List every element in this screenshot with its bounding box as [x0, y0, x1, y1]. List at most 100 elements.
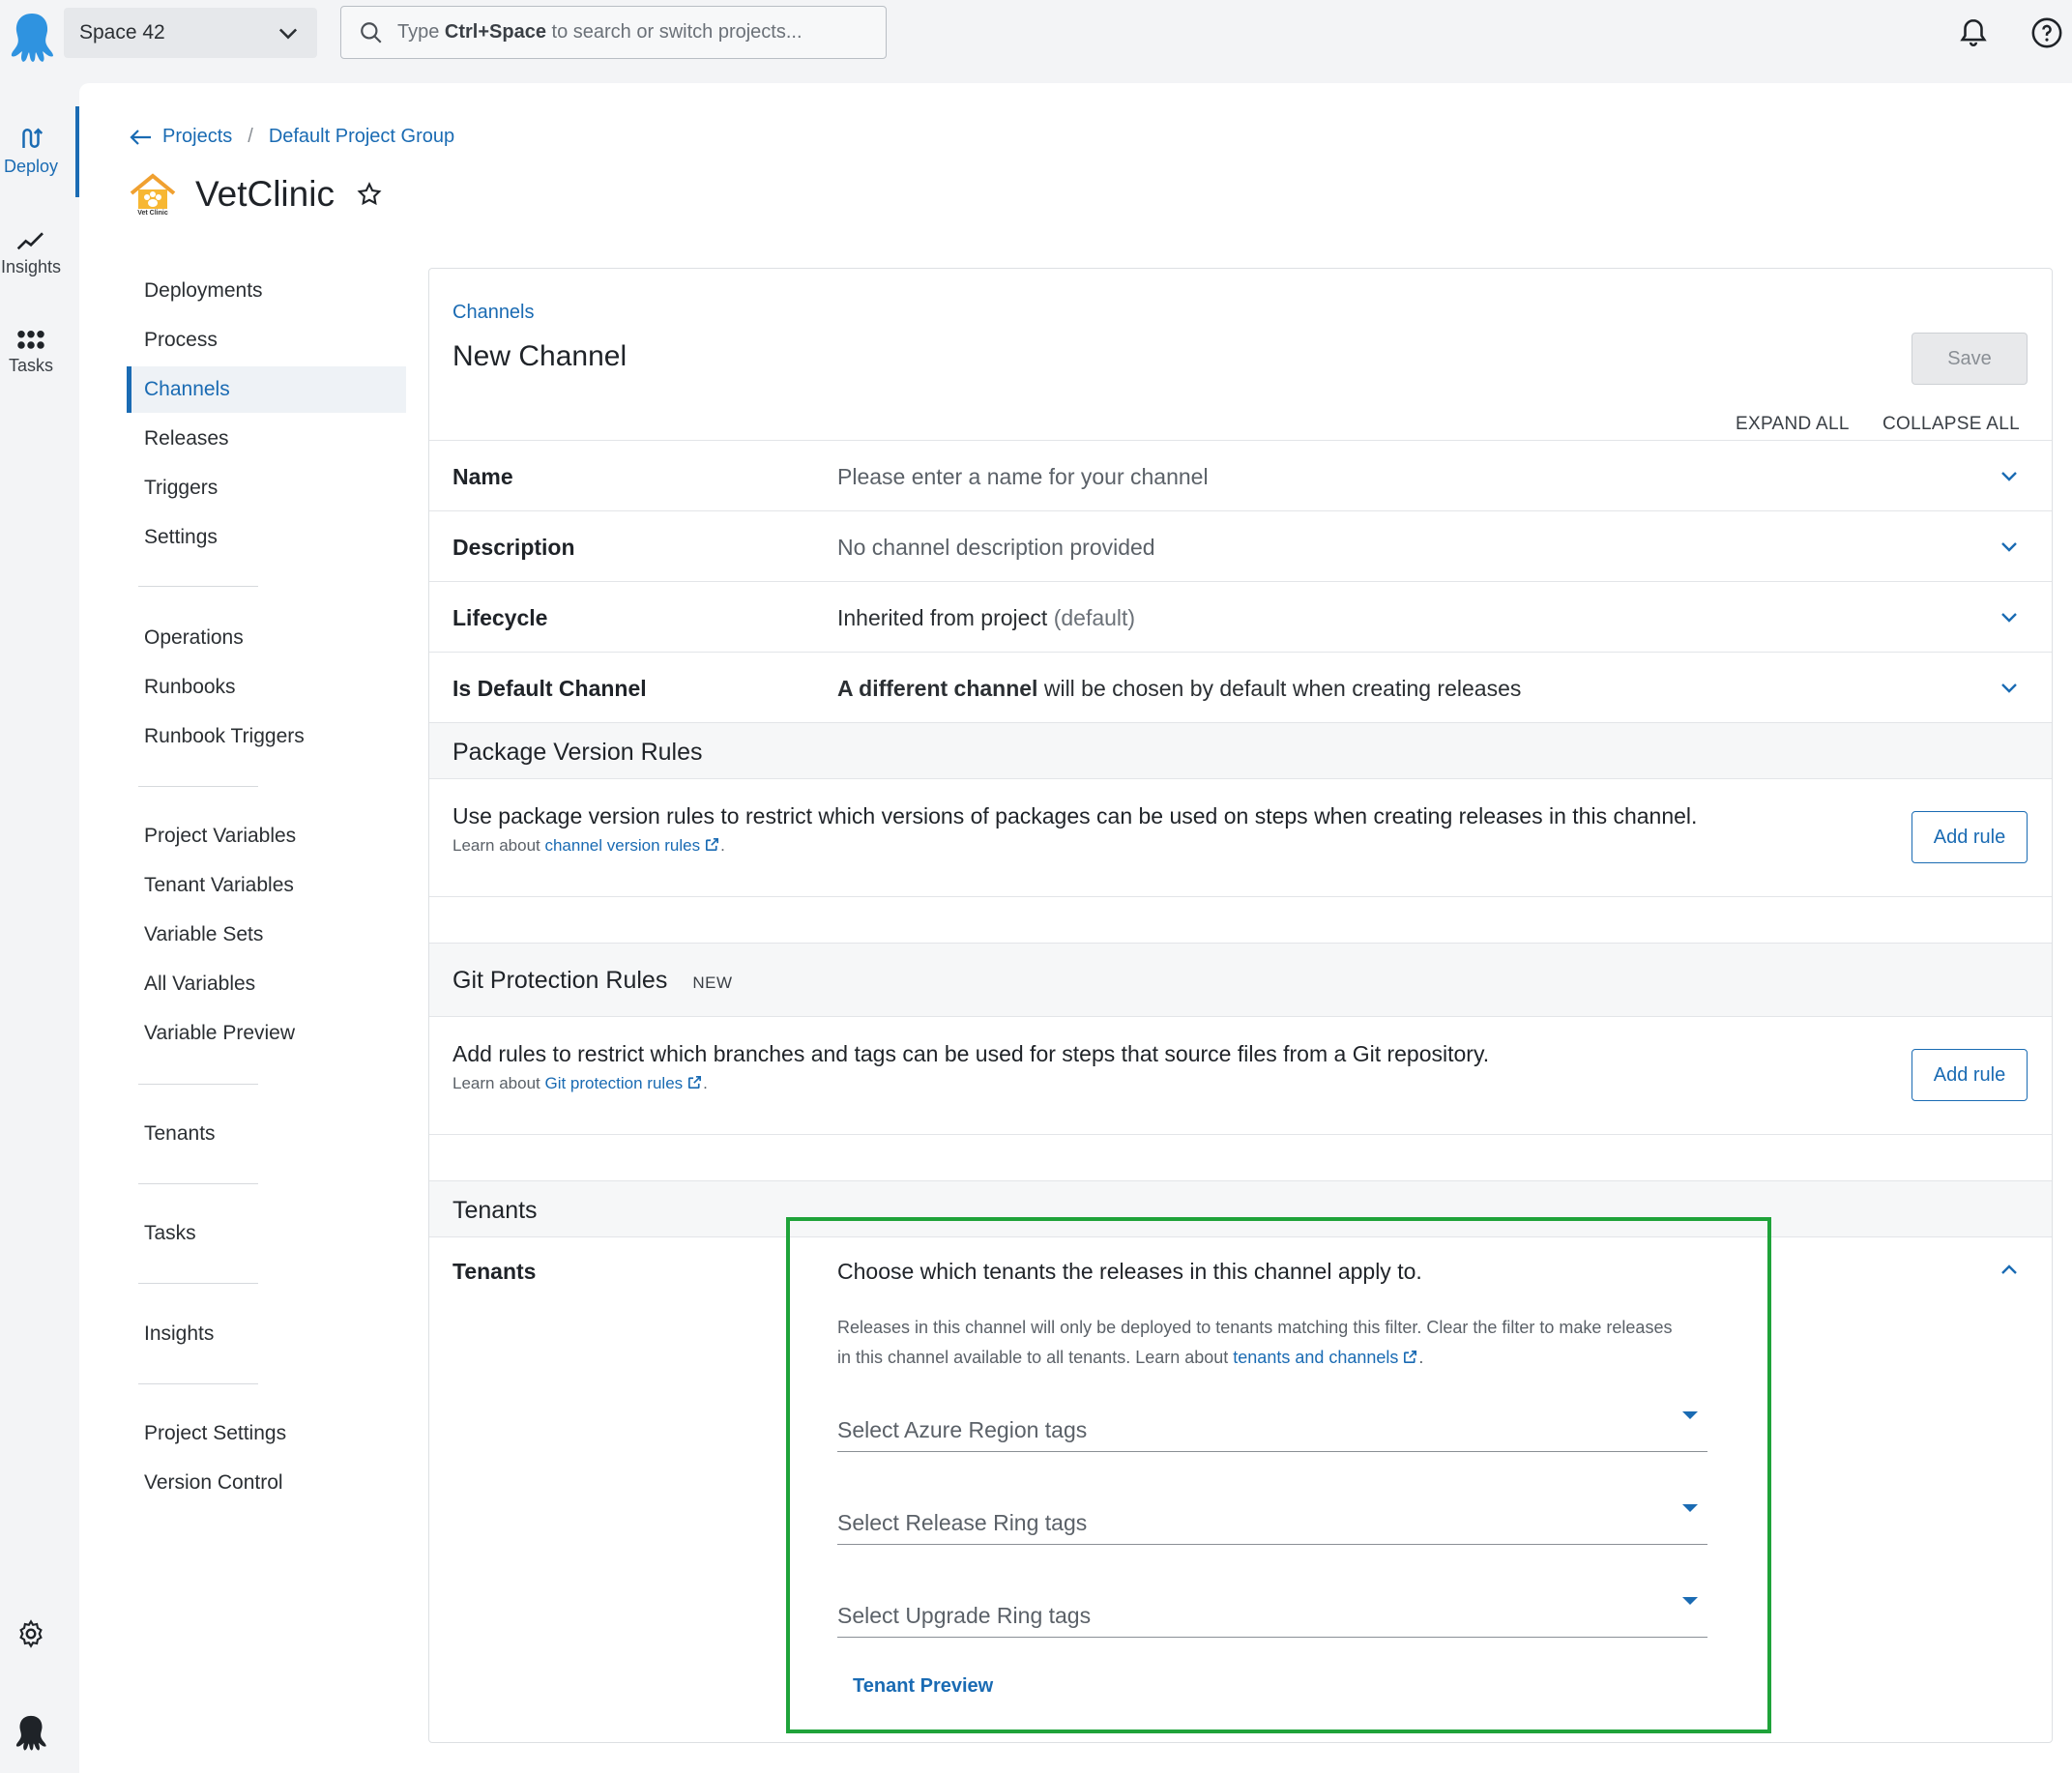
project-header: Vet Clinic VetClinic: [128, 172, 383, 217]
chevron-down-icon[interactable]: [1998, 464, 2021, 487]
space-selector[interactable]: Space 42: [64, 8, 317, 58]
nav-releases[interactable]: Releases: [144, 427, 229, 451]
package-rules-text: Use package version rules to restrict wh…: [452, 803, 1698, 828]
add-git-rule-button[interactable]: Add rule: [1911, 1049, 2028, 1101]
external-link-icon[interactable]: [704, 836, 720, 853]
name-value: Please enter a name for your channel: [837, 464, 1209, 489]
tenants-and-channels-link[interactable]: tenants and channels: [1233, 1348, 1398, 1367]
nav-runbooks[interactable]: Runbooks: [144, 676, 236, 699]
nav-deployments[interactable]: Deployments: [144, 279, 263, 303]
add-package-rule-button[interactable]: Add rule: [1911, 811, 2028, 863]
git-protection-rules-link[interactable]: Git protection rules: [544, 1074, 683, 1092]
package-rules-title: Package Version Rules: [452, 739, 703, 766]
nav-project-variables[interactable]: Project Variables: [144, 825, 296, 848]
package-rules-learn-suffix: .: [720, 836, 725, 855]
description-row[interactable]: Description No channel description provi…: [429, 510, 2052, 581]
user-avatar-icon[interactable]: [14, 1713, 48, 1752]
nav-runbook-triggers[interactable]: Runbook Triggers: [144, 725, 305, 748]
search-placeholder-suffix: to search or switch projects...: [545, 21, 803, 43]
default-channel-value: A different channel will be chosen by de…: [837, 676, 1521, 702]
lifecycle-value: Inherited from project (default): [837, 605, 1135, 631]
breadcrumb-project-group[interactable]: Default Project Group: [269, 126, 454, 148]
lifecycle-default-suffix: (default): [1053, 605, 1136, 630]
azure-region-tags-select[interactable]: Select Azure Region tags: [837, 1402, 1707, 1452]
search-input[interactable]: Type Ctrl+Space to search or switch proj…: [340, 6, 887, 59]
lifecycle-value-text: Inherited from project: [837, 605, 1048, 630]
nav-settings[interactable]: Settings: [144, 526, 218, 549]
bell-icon[interactable]: [1957, 16, 1990, 49]
nav-divider: [138, 1283, 258, 1284]
default-channel-value-bold: A different channel: [837, 676, 1038, 701]
default-channel-row[interactable]: Is Default Channel A different channel w…: [429, 652, 2052, 722]
breadcrumb: Projects / Default Project Group: [128, 126, 454, 148]
rail-insights-label: Insights: [0, 257, 62, 276]
search-shortcut: Ctrl+Space: [444, 21, 546, 43]
external-link-icon[interactable]: [1402, 1349, 1418, 1365]
nav-version-control[interactable]: Version Control: [144, 1471, 283, 1495]
nav-variable-sets[interactable]: Variable Sets: [144, 923, 263, 946]
package-rules-learn: Learn about channel version rules.: [452, 836, 725, 856]
git-rules-spacer: [429, 1134, 2052, 1180]
star-icon[interactable]: [356, 181, 383, 208]
nav-tenant-variables[interactable]: Tenant Variables: [144, 874, 294, 897]
chevron-down-icon[interactable]: [1998, 676, 2021, 699]
deploy-icon: [22, 128, 44, 148]
package-rules-spacer: [429, 896, 2052, 943]
channels-breadcrumb[interactable]: Channels: [452, 302, 535, 324]
gear-icon[interactable]: [15, 1618, 46, 1649]
tenants-help: Releases in this channel will only be de…: [837, 1313, 1688, 1373]
dropdown-arrow-icon: [1682, 1411, 1698, 1419]
nav-divider: [138, 1183, 258, 1184]
upgrade-ring-tags-select[interactable]: Select Upgrade Ring tags: [837, 1587, 1707, 1638]
nav-triggers[interactable]: Triggers: [144, 477, 218, 500]
package-rules-learn-prefix: Learn about: [452, 836, 545, 855]
nav-channels[interactable]: Channels: [144, 378, 230, 401]
chevron-down-icon: [278, 28, 298, 40]
azure-region-tags-placeholder: Select Azure Region tags: [837, 1417, 1088, 1442]
lifecycle-row[interactable]: Lifecycle Inherited from project (defaul…: [429, 581, 2052, 652]
nav-divider: [138, 1383, 258, 1384]
rail-deploy[interactable]: Deploy: [0, 124, 62, 177]
tenant-preview-button[interactable]: Tenant Preview: [853, 1675, 993, 1698]
dropdown-arrow-icon: [1682, 1597, 1698, 1605]
octopus-logo-icon[interactable]: [10, 10, 54, 64]
chevron-down-icon[interactable]: [1998, 605, 2021, 628]
git-rules-header: Git Protection Rules NEW: [429, 943, 2052, 1017]
rail-insights[interactable]: Insights: [0, 226, 62, 277]
space-name: Space 42: [79, 21, 165, 44]
rail-tasks[interactable]: Tasks: [0, 329, 62, 376]
nav-divider: [138, 786, 258, 787]
git-rules-learn-prefix: Learn about: [452, 1074, 545, 1092]
release-ring-tags-select[interactable]: Select Release Ring tags: [837, 1495, 1707, 1545]
tenants-section-title: Tenants: [452, 1197, 538, 1224]
vetclinic-logo: Vet Clinic: [130, 173, 176, 217]
expand-all-button[interactable]: EXPAND ALL: [1736, 414, 1850, 435]
help-icon[interactable]: [2030, 16, 2063, 49]
chevron-down-icon[interactable]: [1998, 535, 2021, 558]
nav-process[interactable]: Process: [144, 329, 218, 352]
nav-operations[interactable]: Operations: [144, 626, 244, 650]
git-rules-text: Add rules to restrict which branches and…: [452, 1041, 1490, 1066]
tenants-help-suffix: .: [1418, 1348, 1424, 1367]
lifecycle-label: Lifecycle: [452, 605, 548, 630]
collapse-all-button[interactable]: COLLAPSE ALL: [1882, 414, 2020, 435]
trend-line-icon: [16, 232, 44, 250]
breadcrumb-projects[interactable]: Projects: [162, 126, 232, 148]
name-row[interactable]: Name Please enter a name for your channe…: [429, 440, 2052, 510]
nav-all-variables[interactable]: All Variables: [144, 973, 255, 996]
release-ring-tags-placeholder: Select Release Ring tags: [837, 1510, 1088, 1535]
project-title: VetClinic: [195, 174, 335, 214]
nav-insights[interactable]: Insights: [144, 1322, 214, 1346]
external-link-icon[interactable]: [686, 1074, 703, 1090]
tenants-label: Tenants: [452, 1259, 537, 1284]
nav-tenants[interactable]: Tenants: [144, 1122, 216, 1146]
new-badge: NEW: [692, 974, 733, 992]
channel-version-rules-link[interactable]: channel version rules: [544, 836, 700, 855]
nav-tasks[interactable]: Tasks: [144, 1222, 196, 1245]
arrow-left-icon[interactable]: [128, 128, 153, 147]
save-button[interactable]: Save: [1911, 333, 2028, 385]
chevron-up-icon[interactable]: [1998, 1259, 2021, 1282]
nav-variable-preview[interactable]: Variable Preview: [144, 1022, 295, 1045]
nav-project-settings[interactable]: Project Settings: [144, 1422, 286, 1445]
nav-divider: [138, 1084, 258, 1085]
